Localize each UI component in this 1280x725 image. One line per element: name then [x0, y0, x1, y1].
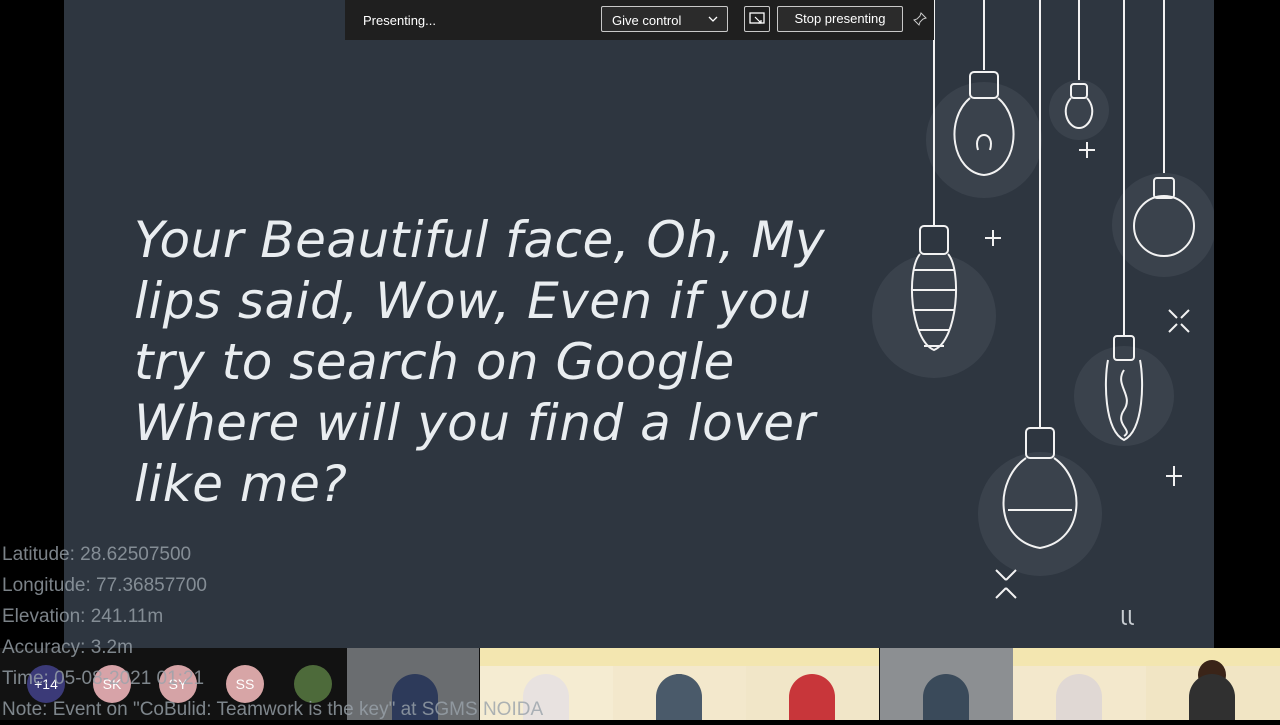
participant-body: [1189, 674, 1235, 720]
geo-overlay: Latitude: 28.62507500 Longitude: 77.3685…: [2, 539, 543, 725]
participant-video[interactable]: [613, 648, 746, 720]
cobuild-banner: [746, 648, 879, 666]
participant-video[interactable]: [1013, 648, 1146, 720]
chevron-down-icon: [708, 16, 718, 22]
presenting-status: Presenting...: [363, 13, 436, 28]
participant-body: [656, 674, 702, 720]
participant-body: [923, 674, 969, 720]
participant-body: [1056, 674, 1102, 720]
slide-corner-mark: ƖƖ: [1119, 606, 1134, 630]
cobuild-banner: [613, 648, 746, 666]
latitude-text: Latitude: 28.62507500: [2, 544, 192, 565]
participant-video[interactable]: [880, 648, 1013, 720]
elevation-text: Elevation: 241.11m: [2, 606, 164, 627]
give-control-dropdown[interactable]: Give control: [601, 6, 728, 32]
participant-video[interactable]: [1146, 648, 1280, 720]
give-control-label: Give control: [612, 13, 682, 28]
stop-presenting-button[interactable]: Stop presenting: [777, 6, 903, 32]
participant-body: [789, 674, 835, 720]
longitude-text: Longitude: 77.36857700: [2, 575, 207, 596]
accuracy-text: Accuracy: 3.2m: [2, 637, 133, 658]
pin-icon[interactable]: [913, 12, 927, 26]
screen-share-button[interactable]: [744, 6, 770, 32]
screen-share-icon: [749, 12, 765, 24]
cobuild-banner: [1013, 648, 1146, 666]
presenting-toolbar: Presenting... Give control Stop presenti…: [345, 0, 934, 40]
time-text: Time: 05-08-2021 01:21: [2, 668, 205, 689]
note-text: Note: Event on "CoBulid: Teamwork is the…: [2, 699, 544, 720]
participant-video[interactable]: [746, 648, 879, 720]
